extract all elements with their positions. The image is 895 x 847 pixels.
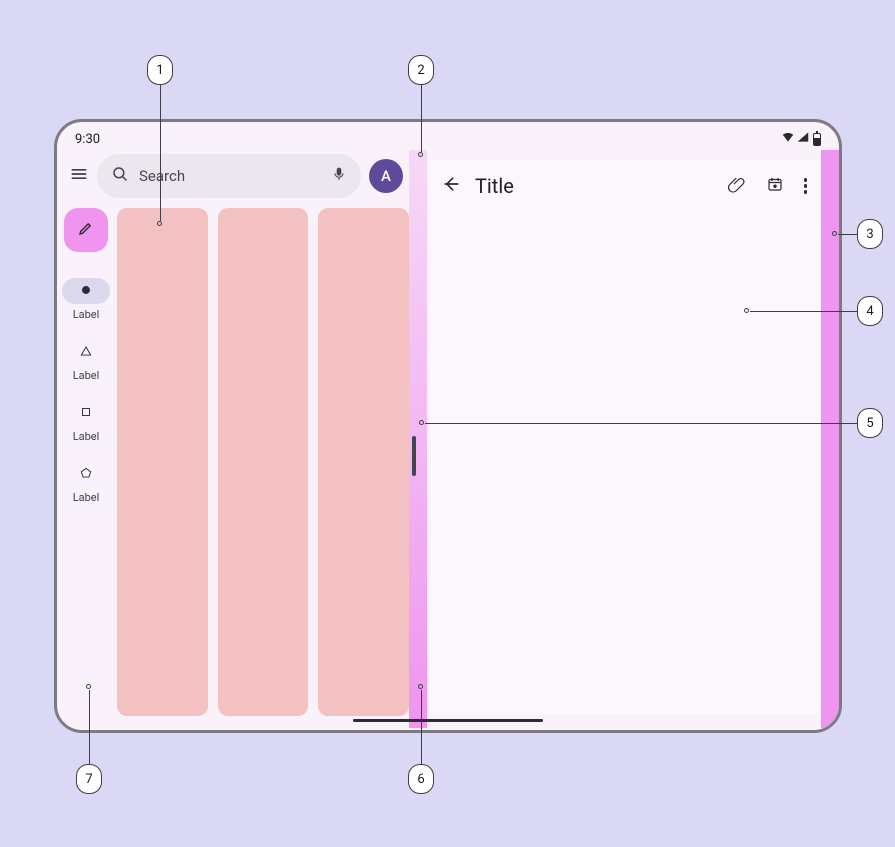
content-column [117,208,208,716]
pane-drag-handle[interactable] [412,436,416,476]
callout-badge-3: 3 [857,219,883,249]
detail-pane: Title [409,150,839,728]
callout-line [160,85,161,221]
callout-line [838,234,857,235]
back-button[interactable] [441,174,461,198]
callout-dot [744,308,749,313]
right-inset-highlight [821,150,839,728]
callout-dot [832,231,837,236]
search-icon [111,165,129,187]
battery-icon [813,133,821,146]
content-column [218,208,309,716]
triangle-icon [79,344,93,361]
content-columns [115,204,409,728]
status-time: 9:30 [75,132,100,147]
menu-icon[interactable] [69,164,89,188]
nav-label: Label [73,308,100,321]
nav-item-4[interactable]: Label [57,457,115,514]
status-bar: 9:30 [57,122,839,150]
detail-title: Title [475,174,714,198]
pentagon-icon [79,466,93,483]
callout-line [425,423,857,424]
pencil-icon [77,219,95,241]
callout-badge-1: 1 [147,55,173,85]
more-icon[interactable] [804,178,808,194]
callout-badge-2: 2 [408,55,434,85]
nav-label: Label [73,491,100,504]
wifi-icon [781,130,795,148]
nav-item-1[interactable]: Label [57,274,115,331]
gesture-nav-bar [353,719,543,723]
callout-badge-6: 6 [408,764,434,794]
circle-icon [79,283,93,300]
avatar[interactable]: A [369,159,403,193]
content-column [318,208,409,716]
status-icons [781,130,821,148]
nav-item-3[interactable]: Label [57,396,115,453]
navigation-rail: Label Label Label Label [57,204,115,728]
avatar-initial: A [381,167,391,185]
callout-badge-7: 7 [76,764,102,794]
attachment-icon[interactable] [728,175,746,197]
callout-line [421,85,422,152]
device-body: Search A [57,150,839,728]
detail-top-app-bar: Title [429,160,821,206]
list-pane: Search A [57,150,409,728]
nav-item-2[interactable]: Label [57,335,115,392]
tablet-device-frame: 9:30 Search [54,119,842,733]
calendar-icon[interactable] [766,175,784,197]
detail-card: Title [429,160,821,714]
callout-line [421,690,422,764]
callout-line [750,311,857,312]
nav-label: Label [73,369,100,382]
callout-dot [86,684,91,689]
nav-label: Label [73,430,100,443]
callout-line [89,690,90,764]
search-placeholder: Search [139,167,321,185]
callout-dot [419,420,424,425]
signal-icon [796,130,810,148]
callout-badge-4: 4 [857,296,883,326]
callout-badge-5: 5 [857,408,883,438]
callout-dot [157,221,162,226]
square-icon [79,405,93,422]
detail-actions [728,175,808,197]
left-main: Label Label Label Label [57,204,409,728]
compose-fab[interactable] [64,208,108,252]
top-app-bar: Search A [57,150,409,204]
callout-dot [418,684,423,689]
callout-dot [418,152,423,157]
mic-icon[interactable] [331,166,347,186]
search-bar[interactable]: Search [97,154,361,198]
